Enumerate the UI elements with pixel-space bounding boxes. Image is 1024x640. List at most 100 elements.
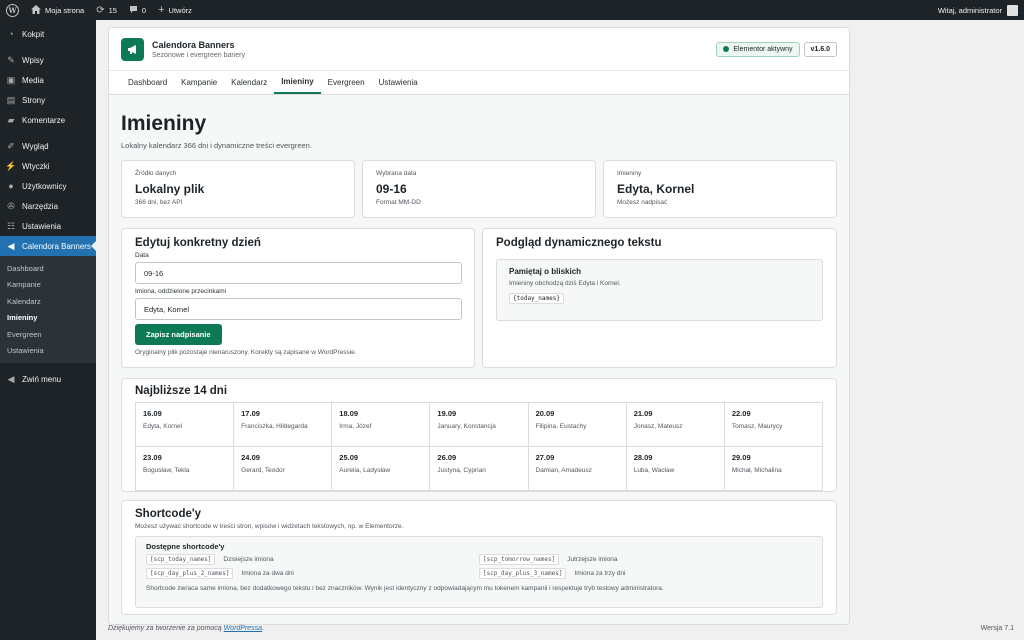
- submenu-kampanie[interactable]: Kampanie: [0, 277, 96, 294]
- comment-icon: [129, 5, 138, 16]
- sidebar-item-label: Wpisy: [22, 55, 44, 65]
- sidebar-item-narzedzia[interactable]: ✇ Narzędzia: [0, 196, 96, 216]
- day-date: 27.09: [535, 453, 555, 462]
- megaphone-icon: [121, 37, 144, 61]
- page-description: Lokalny kalendarz 366 dni i dynamiczne t…: [121, 141, 312, 150]
- sidebar-item-ustawienia[interactable]: ☷ Ustawienia: [0, 216, 96, 236]
- day-date: 26.09: [437, 453, 457, 462]
- tab-imieniny[interactable]: Imieniny: [274, 71, 321, 94]
- footer-thanks-suffix: .: [262, 625, 265, 632]
- greeting: Witaj, administrator: [937, 5, 1002, 15]
- date-field[interactable]: 09-16: [135, 262, 462, 284]
- preview-box-text: Imieniny obchodzą dziś Edyta i Kornel.: [509, 280, 621, 287]
- preview-card: Podgląd dynamicznego tekstu Pamiętaj o b…: [482, 228, 837, 368]
- wordpress-link[interactable]: WordPressa: [224, 625, 263, 632]
- sidebar-item-label: Użytkownicy: [22, 181, 67, 191]
- new-content-link[interactable]: + Utwórz: [158, 4, 192, 16]
- collapse-label: Zwiń menu: [22, 374, 62, 384]
- sidebar-item-wpisy[interactable]: ✎ Wpisy: [0, 50, 96, 70]
- shortcode-code[interactable]: [scp_today_names]: [146, 554, 216, 565]
- day-names: Bogusław, Tekla: [143, 467, 190, 474]
- names-field[interactable]: Edyta, Kornel: [135, 298, 462, 320]
- shortcode-description: Dzisiejsze imiona: [223, 556, 274, 563]
- plus-icon: +: [158, 4, 165, 16]
- day-cell: 28.09 Luba, Wacław: [626, 447, 725, 491]
- shortcode-item: [scp_day_plus_3_names] Imiona za trzy dni: [479, 568, 812, 579]
- day-cell: 23.09 Bogusław, Tekla: [136, 447, 235, 491]
- stat-label: Imieniny: [617, 170, 642, 177]
- site-name: Moja strona: [45, 5, 85, 15]
- day-date: 29.09: [731, 453, 751, 462]
- plugin-header: Calendora Banners Sezonowe i evergreen b…: [109, 28, 849, 70]
- shortcode-code[interactable]: [scp_day_plus_2_names]: [146, 568, 234, 579]
- status-badge-label: Elementor aktywny: [733, 45, 793, 53]
- tab-kalendarz[interactable]: Kalendarz: [224, 71, 274, 94]
- status-dot-icon: [723, 46, 730, 52]
- day-names: Luba, Wacław: [633, 467, 675, 474]
- save-override-button[interactable]: Zapisz nadpisanie: [135, 324, 222, 345]
- account-menu[interactable]: Witaj, administrator: [937, 4, 1018, 16]
- footer-thanks: Dziękujemy za tworzenie za pomocą WordPr…: [108, 625, 264, 632]
- tab-evergreen[interactable]: Evergreen: [321, 71, 372, 94]
- sidebar-item-wtyczki[interactable]: ⚡ Wtyczki: [0, 156, 96, 176]
- day-names: Justyna, Cyprian: [437, 467, 486, 474]
- sidebar-item-label: Kokpit: [22, 29, 45, 39]
- day-cell: 24.09 Gerard, Teodor: [234, 447, 333, 491]
- stat-note: 366 dni, bez API: [135, 199, 183, 206]
- media-icon: ▣: [6, 74, 16, 85]
- sidebar-item-kokpit[interactable]: ◔ Kokpit: [0, 24, 96, 44]
- sidebar-item-komentarze[interactable]: ▰ Komentarze: [0, 110, 96, 130]
- submenu-dashboard[interactable]: Dashboard: [0, 260, 96, 277]
- sidebar-item-wyglad[interactable]: ✐ Wygląd: [0, 136, 96, 156]
- submenu-evergreen[interactable]: Evergreen: [0, 326, 96, 343]
- day-cell: 20.09 Filipina, Eustachy: [528, 403, 627, 447]
- plugin-wrap: Calendora Banners Sezonowe i evergreen b…: [108, 27, 850, 625]
- sidebar-item-label: Narzędzia: [22, 201, 59, 211]
- shortcode-code[interactable]: [scp_tomorrow_names]: [479, 554, 560, 565]
- admin-bar: W Moja strona ⟳ 15 0 + Utwórz Witaj, adm…: [0, 0, 1024, 20]
- wordpress-logo-icon: W: [6, 3, 19, 17]
- comments-count: 0: [141, 5, 147, 15]
- stat-card-source: Źródło danych Lokalny plik 366 dni, bez …: [121, 160, 355, 218]
- plugin-tabs: Dashboard Kampanie Kalendarz Imieniny Ev…: [109, 70, 849, 95]
- tab-kampanie[interactable]: Kampanie: [174, 71, 224, 94]
- submenu-imieniny[interactable]: Imieniny: [0, 310, 96, 327]
- shortcode-description: Imiona za dwa dni: [241, 570, 294, 577]
- upcoming-days-grid: 16.09 Edyta, Kornel 17.09 Franciszka, Hilde…: [135, 402, 823, 491]
- preview-token: {today_names}: [509, 293, 564, 304]
- collapse-menu-button[interactable]: ◀ Zwiń menu: [0, 369, 96, 389]
- avatar: [1007, 4, 1018, 16]
- day-names: Tomasz, Maurycy: [731, 423, 783, 430]
- shortcodes-card: Shortcode'y Możesz używać shortcode w tr…: [121, 500, 837, 615]
- edit-day-card: Edytuj konkretny dzień Data 09-16 Imiona…: [121, 228, 475, 368]
- site-name-link[interactable]: Moja strona: [31, 4, 85, 16]
- stat-label: Źródło danych: [135, 170, 177, 177]
- sidebar-item-media[interactable]: ▣ Media: [0, 70, 96, 90]
- day-date: 23.09: [143, 453, 162, 462]
- sidebar-item-uzytkownicy[interactable]: ● Użytkownicy: [0, 176, 96, 196]
- day-date: 24.09: [241, 453, 260, 462]
- comments-link[interactable]: 0: [129, 5, 146, 16]
- day-date: 18.09: [339, 409, 359, 418]
- plugin-subtitle: Sezonowe i evergreen banery: [152, 51, 246, 59]
- submenu-ustawienia[interactable]: Ustawienia: [0, 343, 96, 360]
- day-date: 28.09: [633, 453, 653, 462]
- updates-link[interactable]: ⟳ 15: [96, 5, 117, 16]
- sidebar-item-calendora-banners[interactable]: ◀ Calendora Banners: [0, 236, 96, 256]
- submenu-kalendarz[interactable]: Kalendarz: [0, 293, 96, 310]
- home-icon: [31, 4, 41, 16]
- wrench-icon: ✇: [7, 200, 15, 211]
- updates-count: 15: [108, 5, 117, 15]
- upcoming-title: Najbliższe 14 dni: [135, 385, 228, 397]
- new-label: Utwórz: [168, 5, 192, 15]
- day-cell: 19.09 January, Konstancja: [430, 403, 529, 447]
- sidebar-item-strony[interactable]: ▤ Strony: [0, 90, 96, 110]
- shortcode-code[interactable]: [scp_day_plus_3_names]: [479, 568, 567, 579]
- tab-ustawienia[interactable]: Ustawienia: [372, 71, 425, 94]
- wp-logo-menu[interactable]: W: [6, 3, 19, 17]
- sidebar-item-label: Ustawienia: [22, 221, 62, 231]
- footer-version: Wersja 7.1: [980, 625, 1014, 632]
- sidebar-item-label: Media: [22, 75, 44, 85]
- stat-label: Wybrana data: [376, 170, 417, 177]
- tab-dashboard[interactable]: Dashboard: [121, 71, 174, 94]
